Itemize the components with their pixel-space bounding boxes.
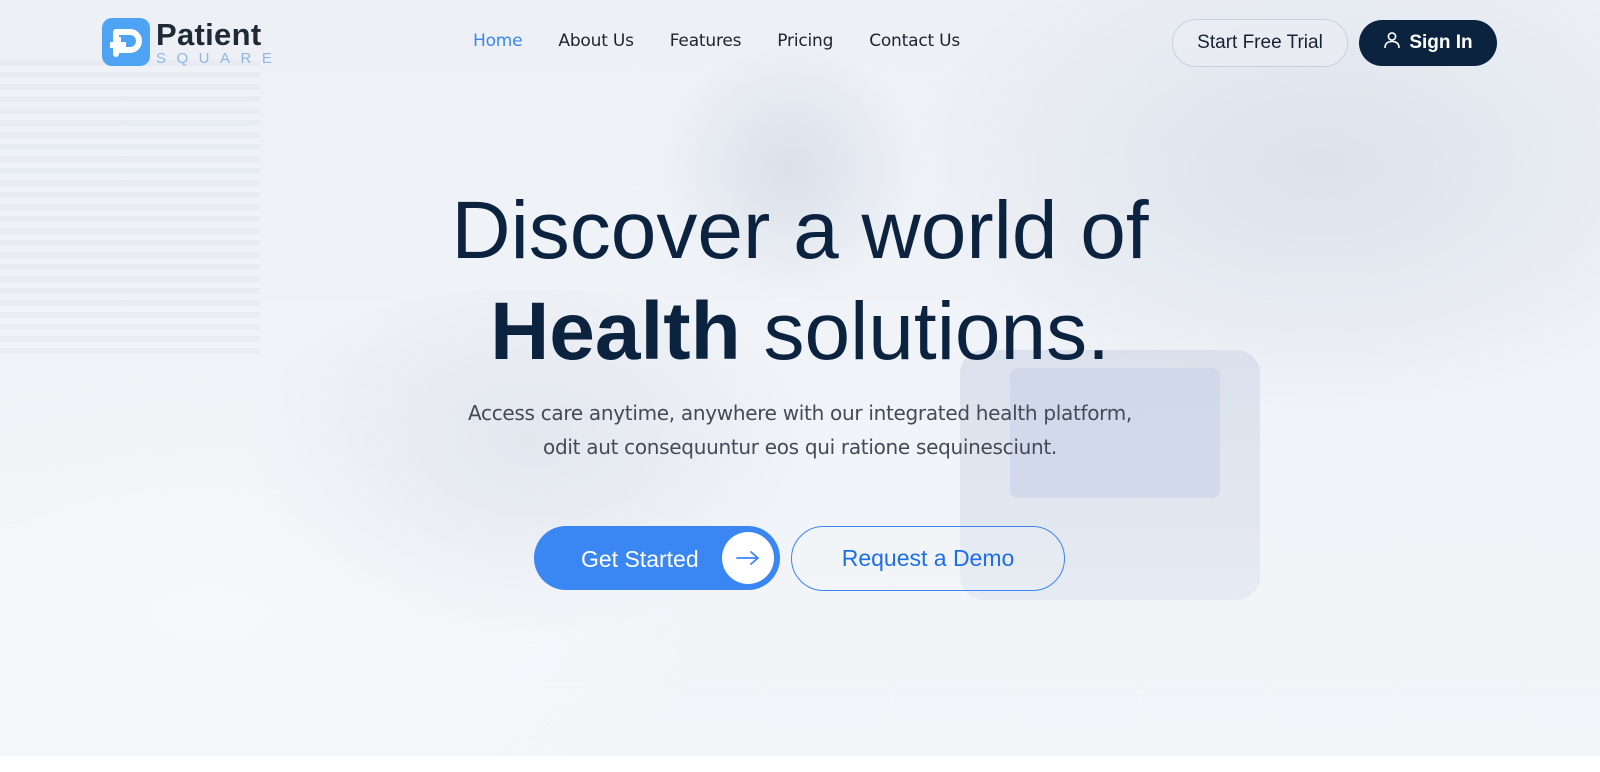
nav-item-about-us[interactable]: About Us (558, 31, 634, 51)
request-demo-button[interactable]: Request a Demo (791, 526, 1065, 591)
nav-item-contact-us[interactable]: Contact Us (869, 31, 960, 51)
headline-line-1: Discover a world of (451, 185, 1149, 276)
subtext-line-2: odit aut consequuntur eos qui ratione se… (543, 435, 1057, 459)
sign-in-label: Sign In (1409, 32, 1473, 53)
headline-rest: solutions. (763, 286, 1110, 377)
get-started-button[interactable]: Get Started (534, 526, 780, 590)
nav-item-home[interactable]: Home (473, 31, 523, 51)
get-started-label: Get Started (581, 546, 699, 572)
arrow-right-icon (722, 532, 774, 584)
user-icon (1383, 31, 1401, 55)
hero-background-image (0, 0, 1600, 772)
logo-cross-icon (102, 18, 150, 66)
sign-in-button[interactable]: Sign In (1359, 20, 1497, 66)
section-bottom-edge (0, 756, 1600, 772)
logo-tagline: SQUARE (156, 49, 283, 67)
site-header: Patient SQUARE Home About Us Features Pr… (0, 0, 1600, 84)
hero-headline: Discover a world of Health solutions. (0, 180, 1600, 382)
main-nav: Home About Us Features Pricing Contact U… (473, 31, 996, 51)
logo-name: Patient (156, 16, 262, 52)
brand-logo[interactable]: Patient SQUARE (102, 18, 282, 66)
hero-subtext: Access care anytime, anywhere with our i… (0, 396, 1600, 464)
start-free-trial-button[interactable]: Start Free Trial (1172, 19, 1348, 67)
nav-item-features[interactable]: Features (670, 31, 742, 51)
headline-bold-word: Health (490, 286, 741, 377)
subtext-line-1: Access care anytime, anywhere with our i… (468, 401, 1132, 425)
nav-item-pricing[interactable]: Pricing (777, 31, 833, 51)
